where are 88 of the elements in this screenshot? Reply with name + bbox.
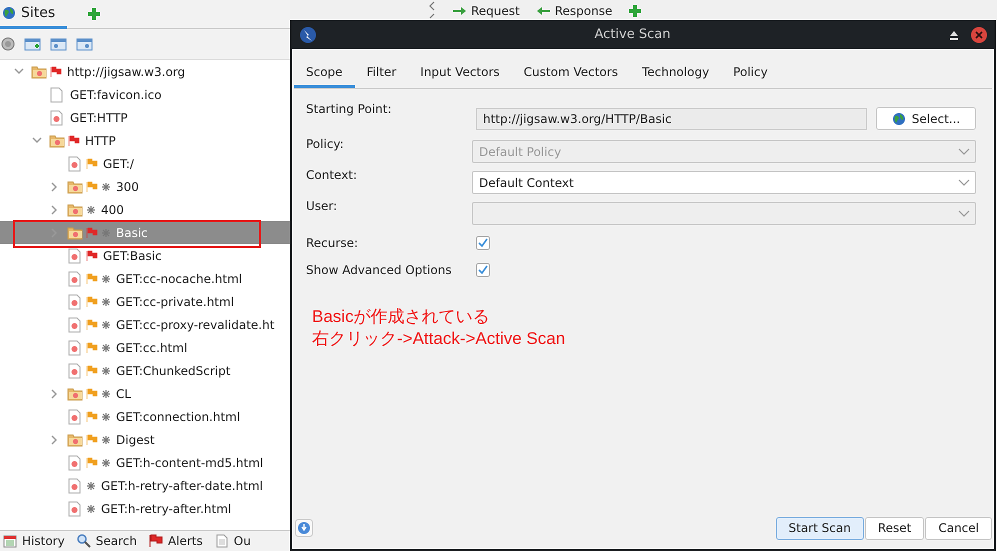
panel-tab[interactable]: History (3, 534, 65, 548)
tab[interactable]: Technology (630, 59, 722, 88)
close-icon[interactable] (970, 26, 988, 44)
new-window-icon[interactable] (24, 36, 41, 52)
page-icon (67, 340, 83, 356)
flag-icon (148, 534, 163, 548)
select-button[interactable]: Select... (876, 107, 976, 130)
tab[interactable]: Scope (294, 59, 355, 88)
field-label: Show Advanced Options (306, 262, 453, 276)
reset-button[interactable]: Reset (864, 516, 924, 540)
field-label: Starting Point: (306, 101, 393, 116)
tree-item[interactable]: GET:connection.html (114, 410, 240, 424)
window-title: Active Scan (594, 27, 672, 42)
tab[interactable]: Policy (721, 59, 780, 88)
page-icon (67, 316, 83, 332)
tree-item[interactable]: GET:Basic (101, 248, 162, 262)
start-button[interactable]: Start Scan (776, 516, 864, 540)
folder-icon (67, 386, 83, 402)
eject-icon[interactable] (948, 28, 960, 40)
url-field[interactable]: http://jigsaw.w3.org/HTTP/Basic (476, 108, 867, 130)
field-label: Policy: (306, 136, 345, 151)
annotation-text: Basicが作成されている (312, 306, 491, 328)
checkbox[interactable] (476, 236, 490, 250)
tree-item[interactable]: GET:HTTP (68, 110, 128, 124)
tree-item[interactable]: CL (114, 386, 132, 400)
view-tab[interactable]: Response (536, 4, 612, 18)
tab[interactable]: Input Vectors (408, 59, 512, 88)
collapse-icon[interactable] (14, 66, 24, 76)
tree-item[interactable]: GET:cc-private.html (114, 294, 234, 308)
folder-icon (31, 64, 47, 80)
tree-item[interactable]: GET:ChunkedScript (114, 364, 230, 378)
panel-tab[interactable]: Ou (214, 534, 251, 548)
window-icon[interactable] (50, 36, 67, 52)
page-icon (67, 408, 83, 424)
view-tab[interactable]: Request (452, 4, 520, 18)
document-icon (214, 534, 229, 548)
search-icon (76, 534, 91, 548)
tree-item[interactable]: 300 (114, 180, 139, 194)
tree-item[interactable]: GET:cc-nocache.html (114, 272, 242, 286)
window-icon[interactable] (76, 36, 93, 52)
sites-tab[interactable]: Sites (0, 0, 68, 28)
page-icon (67, 478, 83, 494)
page-icon (67, 500, 83, 516)
field-label: Recurse: (306, 236, 359, 250)
page-icon (49, 110, 65, 126)
cancel-button[interactable]: Cancel (925, 516, 992, 540)
page-icon (67, 362, 83, 378)
page-icon (67, 454, 83, 470)
folder-icon (49, 132, 65, 148)
add-icon[interactable] (628, 4, 642, 18)
tree-item[interactable]: GET:favicon.ico (68, 88, 162, 102)
tree-item[interactable]: GET:cc-proxy-revalidate.ht (114, 318, 274, 332)
collapse-icon[interactable] (32, 136, 42, 146)
folder-icon (67, 202, 83, 218)
tree-item[interactable]: http://jigsaw.w3.org (65, 64, 186, 78)
folder-icon (67, 224, 83, 240)
page-icon (67, 248, 83, 264)
right-arrow-icon (452, 5, 467, 17)
tree-item[interactable]: GET:cc.html (114, 340, 188, 354)
annotation-text: 右クリック->Attack->Active Scan (312, 328, 566, 350)
globe-icon (892, 112, 906, 126)
page-icon (67, 156, 83, 172)
tree-item[interactable]: HTTP (83, 134, 116, 148)
tab[interactable]: Filter (354, 59, 408, 88)
page-icon (67, 294, 83, 310)
field-label: Context: (306, 167, 358, 182)
checkbox[interactable] (476, 262, 490, 276)
tab[interactable]: Custom Vectors (512, 59, 630, 88)
tree-item[interactable]: GET:h-content-md5.html (114, 456, 264, 470)
document-icon (49, 86, 65, 102)
tree-item[interactable]: GET:h-retry-after-date.html (99, 478, 263, 492)
folder-icon (67, 178, 83, 194)
panel-tab[interactable]: Alerts (148, 534, 203, 548)
target-icon[interactable] (1, 37, 15, 51)
app-logo-icon (299, 26, 317, 44)
tree-item[interactable]: Digest (114, 432, 155, 446)
panel-tab[interactable]: Search (76, 534, 137, 548)
tree-item[interactable]: GET:/ (101, 156, 134, 170)
add-icon[interactable] (87, 7, 102, 21)
tree-item[interactable]: GET:h-retry-after.html (99, 502, 232, 516)
calendar-icon (3, 534, 17, 548)
tree-item[interactable]: 400 (99, 202, 124, 216)
dropdown[interactable]: Default Context (472, 171, 976, 194)
left-arrow-icon (536, 5, 551, 17)
folder-icon (67, 432, 83, 448)
globe-icon (2, 6, 16, 20)
field-label: User: (306, 198, 338, 213)
page-icon (67, 270, 83, 286)
